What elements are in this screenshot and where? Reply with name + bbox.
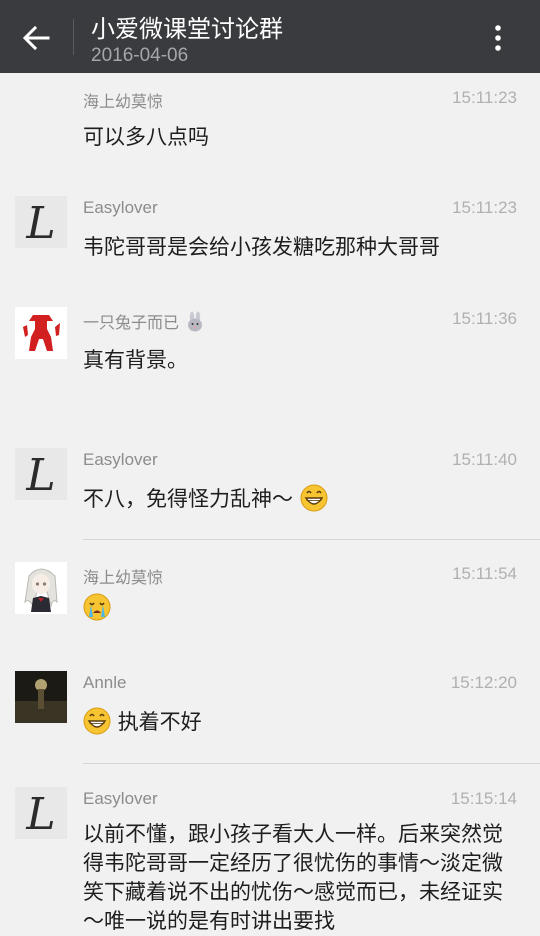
message-time: 15:11:23 xyxy=(452,88,517,107)
message-separator xyxy=(83,539,540,540)
more-options-button[interactable] xyxy=(484,18,512,58)
svg-text:L: L xyxy=(25,198,55,248)
group-title: 小爱微课堂讨论群 xyxy=(91,15,283,43)
sender-name[interactable]: 一只兔子而已 xyxy=(83,309,206,337)
sender-name[interactable]: Easylover xyxy=(83,198,158,218)
chat-date: 2016-04-06 xyxy=(91,45,189,66)
avatar[interactable]: L xyxy=(15,196,67,248)
crying-emoji-icon xyxy=(83,593,111,626)
more-vertical-icon xyxy=(495,25,501,51)
chat-message: 海上幼莫惊 15:11:23 可以多八点吗 xyxy=(0,86,540,176)
rabbit-icon xyxy=(184,311,206,337)
sender-name[interactable]: Easylover xyxy=(83,450,158,470)
message-text[interactable]: 可以多八点吗 xyxy=(83,121,209,151)
sender-name[interactable]: 海上幼莫惊 xyxy=(83,564,163,588)
chat-message: L Easylover 15:11:23 韦陀哥哥是会给小孩发糖吃那种大哥哥 xyxy=(0,196,540,286)
chat-header: 小爱微课堂讨论群 2016-04-06 xyxy=(0,0,540,73)
message-text[interactable]: 真有背景。 xyxy=(83,344,188,374)
avatar[interactable] xyxy=(15,562,67,614)
header-divider xyxy=(73,19,74,55)
message-text: 不八，免得怪力乱神～ xyxy=(83,487,293,511)
message-time: 15:12:20 xyxy=(450,673,517,692)
avatar[interactable]: L xyxy=(15,787,67,839)
message-content[interactable]: 执着不好 xyxy=(83,706,202,740)
message-time: 15:15:14 xyxy=(450,789,517,808)
message-time: 15:11:36 xyxy=(452,309,517,328)
sender-name[interactable]: Annle xyxy=(83,673,126,693)
message-text[interactable]: 韦陀哥哥是会给小孩发糖吃那种大哥哥 xyxy=(83,231,440,261)
grin-emoji-icon xyxy=(300,484,328,517)
avatar[interactable] xyxy=(15,671,67,723)
message-text: 执着不好 xyxy=(117,710,202,734)
sender-name[interactable]: Easylover xyxy=(83,789,158,809)
chat-message: 一只兔子而已 15:11:36 真有背景。 xyxy=(0,307,540,427)
chat-message: L Easylover 15:15:14 以前不懂，跟小孩子看大人一样。后来突然… xyxy=(0,787,540,933)
svg-text:L: L xyxy=(25,789,55,839)
grin-emoji-icon xyxy=(83,707,111,740)
chat-message: L Easylover 15:11:40 不八，免得怪力乱神～ xyxy=(0,448,540,538)
message-content[interactable]: 不八，免得怪力乱神～ xyxy=(83,483,328,517)
avatar[interactable]: L xyxy=(15,448,67,500)
message-text[interactable]: 以前不懂，跟小孩子看大人一样。后来突然觉得韦陀哥哥一定经历了很忧伤的事情～淡定微… xyxy=(83,820,513,936)
arrow-left-icon xyxy=(22,25,50,51)
chat-message: Annle 15:12:20 执着不好 xyxy=(0,671,540,761)
chat-message: 海上幼莫惊 15:11:54 xyxy=(0,562,540,652)
sender-name[interactable]: 海上幼莫惊 xyxy=(83,88,163,112)
avatar[interactable] xyxy=(15,307,67,359)
message-time: 15:11:54 xyxy=(452,564,517,583)
message-time: 15:11:40 xyxy=(452,450,517,469)
message-separator xyxy=(83,763,540,764)
message-time: 15:11:23 xyxy=(452,198,517,217)
svg-text:L: L xyxy=(25,450,55,500)
back-button[interactable] xyxy=(14,18,58,58)
message-content[interactable] xyxy=(83,593,111,626)
sender-name-text: 一只兔子而已 xyxy=(83,313,180,332)
